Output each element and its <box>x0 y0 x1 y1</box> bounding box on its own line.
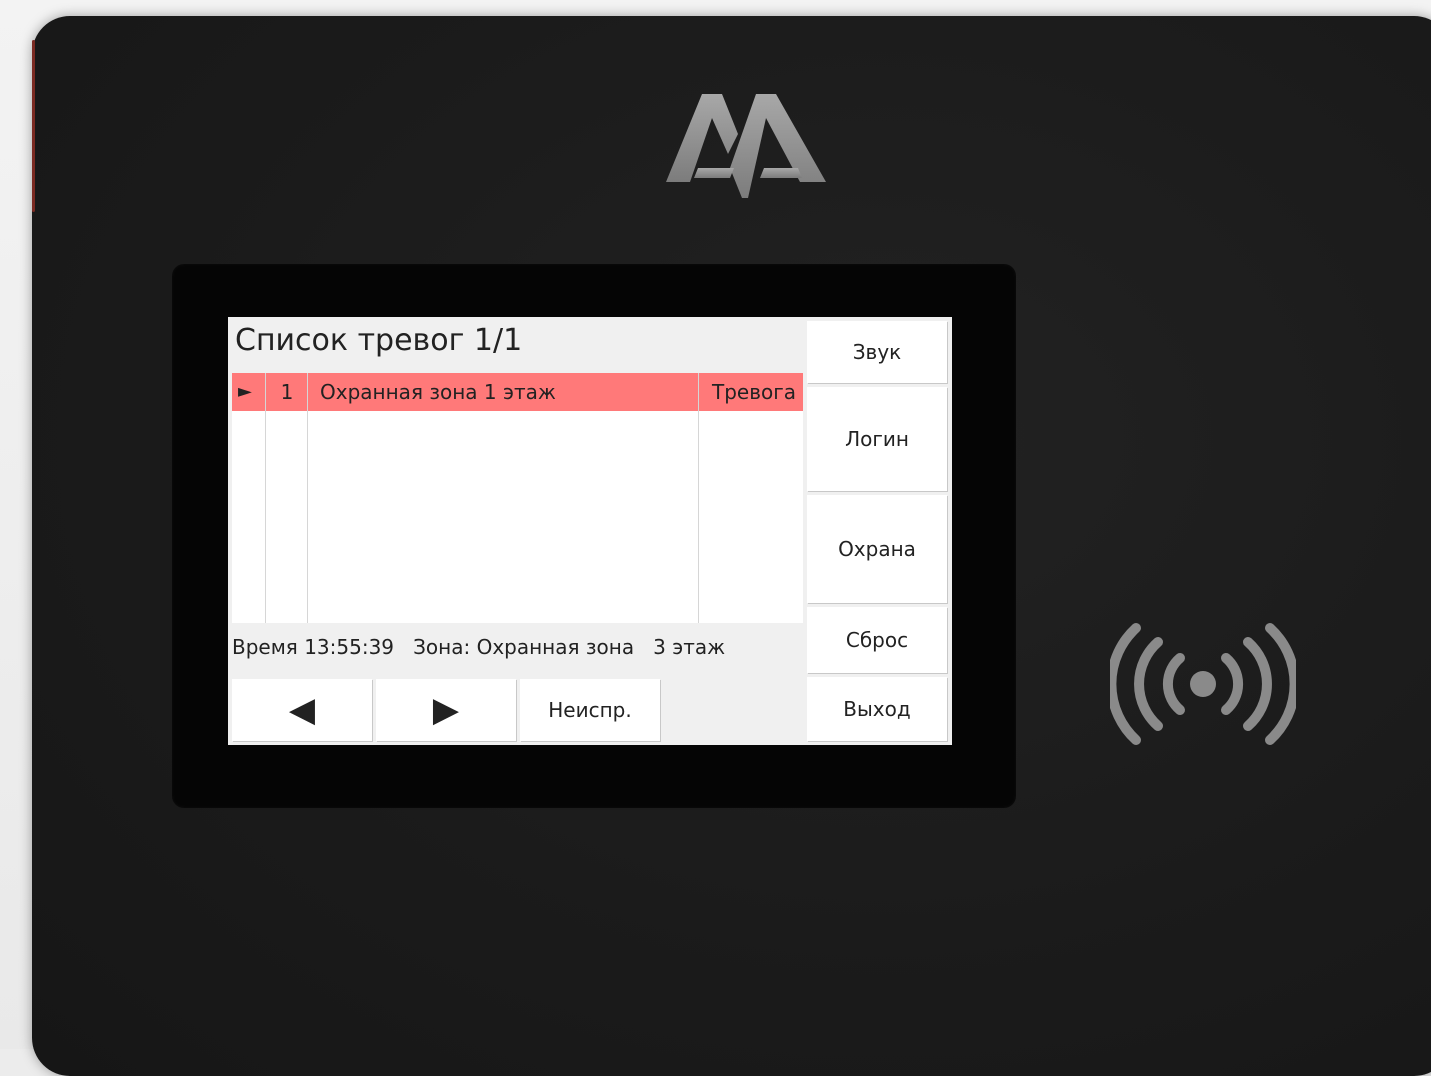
brand-logo <box>666 94 826 198</box>
page-title: Список тревог 1/1 <box>235 323 523 358</box>
reset-button[interactable]: Сброс <box>807 607 947 673</box>
table-row[interactable]: ► 1 Охранная зона 1 этаж Тревога <box>232 373 803 411</box>
previous-page-button[interactable]: ◀ <box>232 679 372 741</box>
column-divider <box>698 373 699 623</box>
exit-button[interactable]: Выход <box>807 677 947 741</box>
alarm-list-table: ► 1 Охранная зона 1 этаж Тревога <box>232 373 803 623</box>
arrow-right-icon: ▶ <box>432 690 460 730</box>
touch-screen: Список тревог 1/1 ► 1 Охранная зона 1 эт… <box>228 317 952 745</box>
row-selected-marker-icon: ► <box>238 381 252 402</box>
column-divider <box>307 373 308 623</box>
alarm-info-line: Время 13:55:39 Зона: Охранная зона 3 эта… <box>232 635 726 659</box>
housing-accent-edge <box>32 40 35 212</box>
login-button[interactable]: Логин <box>807 387 947 491</box>
contactless-wave-icon <box>1110 623 1296 745</box>
alarm-status: Тревога <box>712 380 797 404</box>
faults-button[interactable]: Неиспр. <box>520 679 660 741</box>
next-page-button[interactable]: ▶ <box>376 679 516 741</box>
alarm-number: 1 <box>280 380 294 404</box>
arrow-left-icon: ◀ <box>288 690 316 730</box>
sound-button[interactable]: Звук <box>807 321 947 383</box>
alarm-zone-name: Охранная зона 1 этаж <box>320 380 556 404</box>
column-divider <box>265 373 266 623</box>
guard-button[interactable]: Охрана <box>807 495 947 603</box>
